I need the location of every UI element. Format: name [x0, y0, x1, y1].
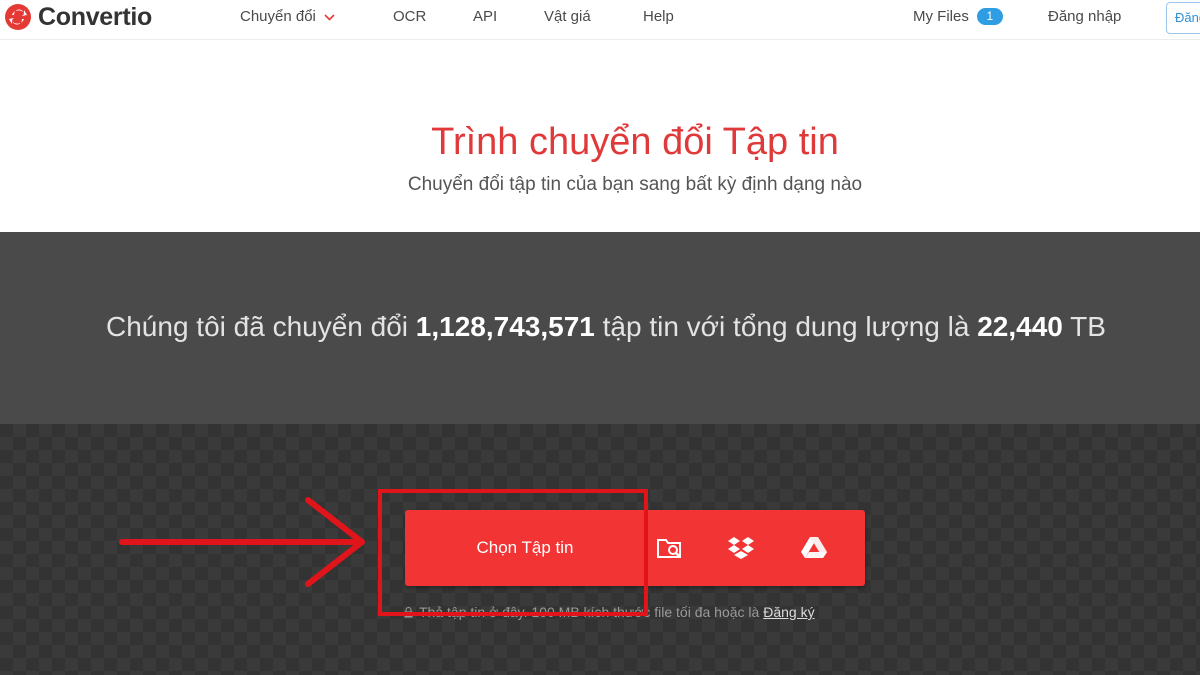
upload-bar: Chọn Tập tin [405, 510, 865, 586]
login-link[interactable]: Đăng nhập [1048, 8, 1121, 25]
logo-text: Convertio [38, 2, 152, 31]
top-navbar: Convertio Chuyển đổi OCR API Vật giá Hel… [0, 0, 1200, 40]
from-computer-button[interactable] [635, 510, 705, 586]
signup-button[interactable]: Đăng ký [1166, 2, 1200, 34]
upload-dropzone[interactable]: Chọn Tập tin Thả tập tin ở đây. 100 MB k… [0, 424, 1200, 675]
stats-files-count: 1,128,743,571 [415, 311, 595, 342]
folder-search-icon [657, 539, 681, 558]
stats-text: Chúng tôi đã chuyển đổi 1,128,743,571 tậ… [106, 311, 1106, 343]
nav-convert-label: Chuyển đổi [240, 8, 316, 25]
nav-help[interactable]: Help [643, 8, 674, 25]
nav-api[interactable]: API [473, 8, 497, 25]
stats-middle: tập tin với tổng dung lượng là [602, 311, 970, 342]
from-google-drive-button[interactable] [779, 510, 849, 586]
convertio-logo-icon [5, 4, 31, 30]
lock-icon [404, 607, 413, 618]
nav-convert[interactable]: Chuyển đổi [240, 8, 335, 25]
my-files-link[interactable]: My Files 1 [913, 8, 1003, 25]
choose-files-button[interactable]: Chọn Tập tin [405, 510, 645, 586]
stats-unit: TB [1070, 311, 1106, 342]
my-files-label: My Files [913, 8, 969, 25]
my-files-count-badge: 1 [976, 8, 1003, 25]
upload-hint: Thả tập tin ở đây. 100 MB kích thước fil… [404, 604, 815, 620]
dropbox-icon [728, 537, 754, 559]
from-dropbox-button[interactable] [706, 510, 776, 586]
hero-section: Trình chuyển đổi Tập tin Chuyển đổi tập … [0, 41, 1200, 232]
nav-ocr[interactable]: OCR [393, 8, 426, 25]
logo[interactable]: Convertio [4, 2, 152, 32]
stats-prefix: Chúng tôi đã chuyển đổi [106, 311, 408, 342]
nav-pricing[interactable]: Vật giá [544, 8, 591, 25]
stats-total-size: 22,440 [977, 311, 1063, 342]
page-subtitle: Chuyển đổi tập tin của bạn sang bất kỳ đ… [407, 174, 863, 195]
chevron-down-icon [324, 13, 335, 21]
google-drive-icon [801, 537, 827, 558]
upload-hint-text: Thả tập tin ở đây. 100 MB kích thước fil… [419, 604, 760, 620]
signup-link[interactable]: Đăng ký [763, 604, 814, 620]
page-title: Trình chuyển đổi Tập tin [431, 121, 839, 163]
stats-band: Chúng tôi đã chuyển đổi 1,128,743,571 tậ… [0, 232, 1200, 424]
